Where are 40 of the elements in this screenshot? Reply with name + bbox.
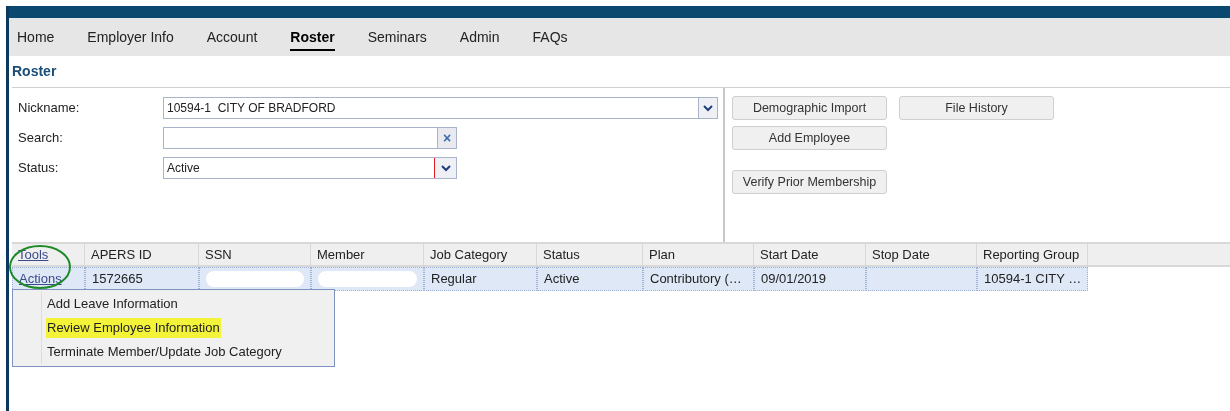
nav-tab[interactable]: Roster xyxy=(290,26,335,51)
table-cell: 1572665 xyxy=(85,267,199,291)
nav-tab[interactable]: Employer Info xyxy=(87,26,174,48)
chevron-down-icon xyxy=(703,104,713,112)
actions-link[interactable]: Actions xyxy=(19,269,62,289)
table-cell: Regular xyxy=(424,267,537,291)
field-label: Nickname: xyxy=(18,99,81,118)
table-cell: Active xyxy=(537,267,643,291)
table-cell: Contributory (… xyxy=(643,267,754,291)
column-header: SSN xyxy=(205,245,232,264)
column-header: Job Category xyxy=(430,245,508,264)
menu-item[interactable]: Review Employee Information xyxy=(46,318,221,338)
chevron-down-icon xyxy=(440,164,451,172)
column-header: Start Date xyxy=(760,245,819,264)
nav-tab[interactable]: Admin xyxy=(459,26,500,48)
nav-tab[interactable]: FAQs xyxy=(532,26,568,48)
table-cell: 10594-1 CITY … xyxy=(977,267,1088,291)
nav-tab[interactable]: Home xyxy=(17,26,55,48)
column-header: Stop Date xyxy=(872,245,930,264)
table-cell: 09/01/2019 xyxy=(754,267,866,291)
nav-tab[interactable]: Seminars xyxy=(367,26,427,48)
column-header: APERS ID xyxy=(91,245,152,264)
menu-item[interactable]: Terminate Member/Update Job Category xyxy=(46,342,283,362)
page-title: Roster xyxy=(11,62,58,81)
column-header: Member xyxy=(317,245,365,264)
status-dropdown[interactable]: Active xyxy=(163,157,457,179)
nav-tab[interactable]: Account xyxy=(206,26,258,48)
column-header: Plan xyxy=(649,245,676,264)
action-button[interactable]: Demographic Import xyxy=(732,96,887,120)
annotation-circle xyxy=(8,244,72,290)
action-button[interactable]: Verify Prior Membership xyxy=(732,170,887,194)
menu-item[interactable]: Add Leave Information xyxy=(46,294,179,314)
column-header: Reporting Group xyxy=(983,245,1080,264)
action-button[interactable]: File History xyxy=(899,96,1054,120)
nickname-dropdown[interactable]: 10594-1 CITY OF BRADFORD xyxy=(163,97,718,119)
field-label: Status: xyxy=(18,159,60,178)
field-label: Search: xyxy=(18,129,64,148)
column-header: Status xyxy=(543,245,580,264)
action-button[interactable]: Add Employee xyxy=(732,126,887,150)
column-header[interactable]: Tools xyxy=(18,244,49,265)
